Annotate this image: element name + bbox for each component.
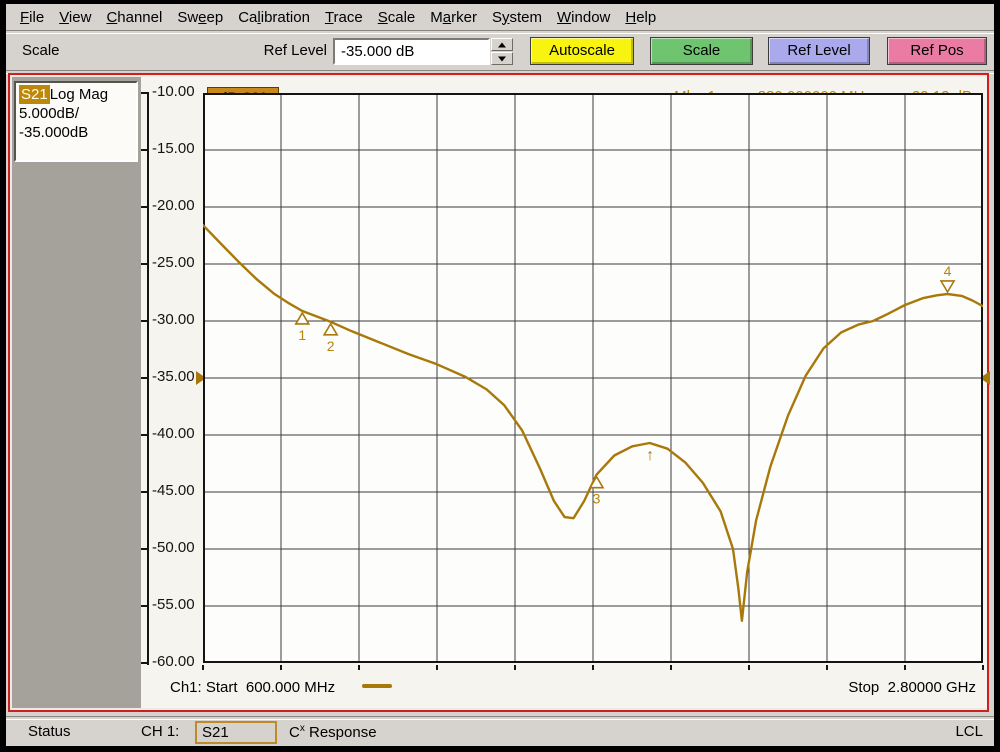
y-axis-tick-label: -60.00: [152, 653, 195, 670]
menu-item-window[interactable]: Window: [557, 9, 610, 26]
x-axis-tick: [826, 665, 828, 670]
marker-3-number: 3: [593, 491, 601, 507]
menu-item-calibration[interactable]: Calibration: [238, 9, 310, 26]
ref-pos-button[interactable]: Ref Pos: [887, 37, 987, 65]
y-axis-tick: [141, 548, 147, 550]
menu-separator: [6, 30, 994, 34]
ref-level-button[interactable]: Ref Level: [768, 37, 870, 65]
status-label: Status: [28, 723, 71, 740]
trace-name-chip: S21: [19, 85, 50, 104]
y-axis-tick-label: -10.00: [152, 83, 195, 100]
y-axis-tick: [141, 149, 147, 151]
scale-button[interactable]: Scale: [650, 37, 753, 65]
y-axis-tick-label: -45.00: [152, 482, 195, 499]
statusbar-separator: [6, 716, 994, 720]
plot-area[interactable]: 1 2 3 4 ↑: [203, 93, 983, 663]
y-axis-tick-label: -30.00: [152, 311, 195, 328]
status-trace-box: S21: [195, 721, 277, 744]
x-axis-tick: [982, 665, 984, 670]
spinner-up-button[interactable]: [491, 38, 513, 51]
x-axis-tick: [748, 665, 750, 670]
y-axis-tick-label: -20.00: [152, 197, 195, 214]
status-cal-indicator: Cx Response: [289, 723, 377, 741]
y-axis-tick: [141, 662, 147, 664]
menu-item-file[interactable]: File: [20, 9, 44, 26]
menu-item-marker[interactable]: Marker: [430, 9, 477, 26]
y-axis-tick-label: -35.00: [152, 368, 195, 385]
y-axis-line: [147, 92, 149, 665]
ref-level-spinner: [491, 38, 513, 65]
cal-word: Response: [305, 724, 377, 741]
x-axis-tick: [202, 665, 204, 670]
ref-level-label: Ref Level: [228, 42, 327, 59]
marker-2-number: 2: [327, 338, 335, 354]
y-axis-tick: [141, 92, 147, 94]
marker-4-symbol-icon: [941, 281, 954, 292]
menu-item-help[interactable]: Help: [625, 9, 656, 26]
menu-item-sweep[interactable]: Sweep: [177, 9, 223, 26]
y-axis-tick: [141, 605, 147, 607]
spinner-down-button[interactable]: [491, 52, 513, 65]
x-axis-tick: [514, 665, 516, 670]
y-axis-tick: [141, 491, 147, 493]
trace-color-legend: [362, 684, 392, 688]
menu-item-system[interactable]: System: [492, 9, 542, 26]
x-axis-tick: [670, 665, 672, 670]
x-axis-tick: [358, 665, 360, 670]
y-axis-tick-label: -25.00: [152, 254, 195, 271]
trace-scale-label: 5.000dB/: [19, 104, 133, 123]
trace-ref-label: -35.000dB: [19, 123, 133, 142]
y-axis-tick: [141, 263, 147, 265]
marker-4-number: 4: [944, 263, 952, 279]
menu-item-trace[interactable]: Trace: [325, 9, 363, 26]
menu-item-channel[interactable]: Channel: [106, 9, 162, 26]
x-axis-tick: [592, 665, 594, 670]
menu-bar: File View Channel Sweep Calibration Trace Scal…: [6, 4, 994, 30]
marker-1-symbol-icon: [296, 313, 309, 324]
y-axis-tick-label: -55.00: [152, 596, 195, 613]
trace-arrow-annotation: ↑: [646, 447, 654, 464]
autoscale-button[interactable]: Autoscale: [530, 37, 634, 65]
x-axis-tick: [280, 665, 282, 670]
trace-sidebar: [12, 77, 141, 708]
y-axis-tick: [141, 206, 147, 208]
trace-format-label: Log Mag: [50, 86, 108, 103]
x-axis-tick: [904, 665, 906, 670]
status-channel-label: CH 1:: [141, 723, 179, 740]
marker-1-number: 1: [298, 327, 306, 343]
menu-item-scale[interactable]: Scale: [378, 9, 416, 26]
x-axis-tick: [436, 665, 438, 670]
y-axis-tick-label: -15.00: [152, 140, 195, 157]
instrument-window: File View Channel Sweep Calibration Trace Scal…: [0, 0, 1000, 752]
y-axis-tick-label: -50.00: [152, 539, 195, 556]
marker-2-symbol-icon: [324, 324, 337, 335]
ref-level-input[interactable]: [333, 38, 490, 65]
toolbar-mode-label: Scale: [22, 42, 60, 59]
down-arrow-icon: [498, 56, 506, 61]
y-axis-tick: [141, 377, 147, 379]
trace-info-box[interactable]: S21Log Mag 5.000dB/ -35.000dB: [14, 81, 138, 162]
cal-prefix: C: [289, 724, 300, 741]
sweep-stop-label: Stop 2.80000 GHz: [700, 679, 976, 696]
menu-item-view[interactable]: View: [59, 9, 91, 26]
status-lcl-indicator: LCL: [900, 723, 983, 740]
y-axis-tick-label: -40.00: [152, 425, 195, 442]
y-axis-tick: [141, 320, 147, 322]
sweep-start-label: Ch1: Start 600.000 MHz: [170, 679, 335, 696]
y-axis-tick: [141, 434, 147, 436]
up-arrow-icon: [498, 42, 506, 47]
